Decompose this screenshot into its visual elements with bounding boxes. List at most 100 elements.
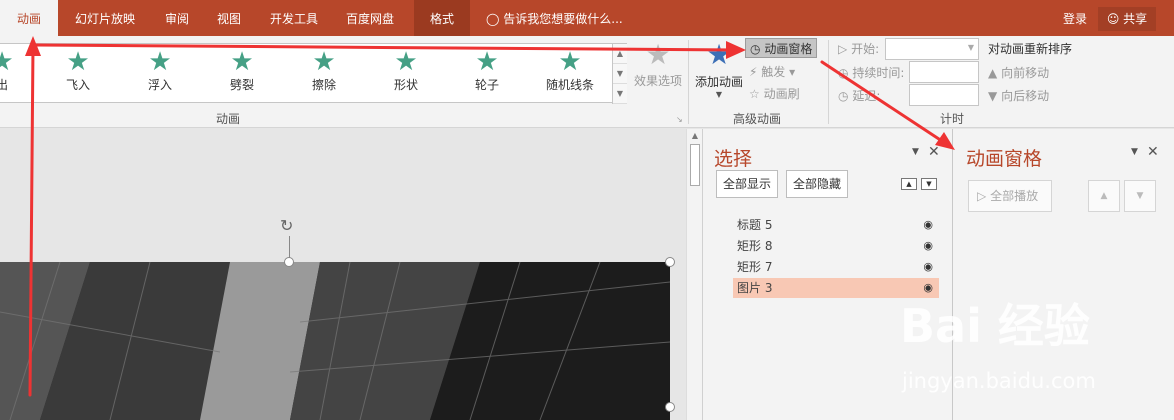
pane-options-icon[interactable]: ▼ [912, 147, 919, 157]
animation-pane-label: 动画窗格 [764, 42, 813, 56]
resize-handle[interactable] [284, 257, 294, 267]
star-icon: ★ [645, 38, 671, 71]
delay-label: ◷ 延迟: [838, 87, 880, 104]
more-icon[interactable]: ▼ [613, 84, 627, 104]
gallery-item-fly-in[interactable]: ★ 飞入 [48, 46, 108, 102]
ribbon: ★ 出 ★ 飞入 ★ 浮入 ★ 劈裂 ★ 擦除 ★ 形状 ★ 轮子 ★ 随机线条 ▲ ▼ ▼ ★ 效果… [0, 36, 1174, 128]
resize-handle[interactable] [665, 257, 675, 267]
list-item[interactable]: 矩形 7 ◉ [733, 257, 939, 277]
tab-review[interactable]: 审阅 [165, 0, 189, 36]
tab-view[interactable]: 视图 [217, 0, 241, 36]
send-backward-icon[interactable]: ▼ [921, 178, 937, 190]
separator [688, 40, 689, 124]
group-label-advanced: 高级动画 [733, 112, 782, 126]
gallery-item-shape[interactable]: ★ 形状 [376, 46, 436, 102]
clock-icon: ◷ [838, 66, 849, 80]
add-animation-label: 添加动画 [694, 75, 743, 89]
bring-forward-icon[interactable]: ▲ [901, 178, 917, 190]
slide-picture[interactable] [0, 262, 670, 420]
animation-painter-button[interactable]: ☆ 动画刷 [745, 84, 800, 104]
gallery-scroll[interactable]: ▲ ▼ ▼ [612, 44, 627, 104]
tab-slideshow[interactable]: 幻灯片放映 [75, 0, 135, 36]
gallery-item-wipe[interactable]: ★ 擦除 [294, 46, 354, 102]
trigger-button[interactable]: ⚡ 触发 ▾ [745, 62, 795, 82]
effect-options-label: 效果选项 [633, 74, 682, 88]
list-item[interactable]: 矩形 8 ◉ [733, 236, 939, 256]
start-label: ▷ 开始: [838, 40, 879, 57]
clock-icon: ◷ [750, 42, 761, 56]
reorder-title: 对动画重新排序 [988, 42, 1073, 56]
duration-text: 持续时间: [852, 66, 905, 80]
star-icon: ★ [0, 47, 14, 77]
animation-pane-title: 动画窗格 [966, 148, 1043, 170]
star-icon: ★ [230, 47, 254, 77]
triangle-down-icon: ▼ [988, 89, 998, 103]
show-all-button[interactable]: 全部显示 [716, 170, 779, 198]
item-name: 标题 5 [737, 218, 773, 232]
selection-pane-title: 选择 [714, 148, 753, 170]
share-label: 共享 [1123, 12, 1148, 26]
vertical-scrollbar[interactable]: ▲ [686, 129, 702, 420]
scroll-up-icon[interactable]: ▲ [613, 44, 627, 64]
watermark-logo: Bai 经验 [900, 299, 1090, 353]
close-icon[interactable]: ✕ [928, 144, 940, 160]
share-button[interactable]: ☺ 共享 [1098, 7, 1156, 31]
triangle-up-icon: ▲ [988, 66, 998, 80]
eye-icon[interactable]: ◉ [923, 257, 933, 277]
chevron-down-icon: ▼ [967, 43, 974, 52]
star-icon: ★ [394, 47, 418, 77]
list-item[interactable]: 标题 5 ◉ [733, 215, 939, 235]
gallery-item-label: 飞入 [65, 78, 90, 92]
duration-spinner[interactable] [909, 61, 979, 83]
resize-handle[interactable] [665, 402, 675, 412]
tab-developer[interactable]: 开发工具 [270, 0, 318, 36]
tab-format[interactable]: 格式 [414, 0, 470, 36]
group-label-timing: 计时 [940, 112, 965, 126]
scroll-thumb[interactable] [690, 144, 700, 186]
gallery-item-label: 劈裂 [229, 78, 254, 92]
scroll-down-icon[interactable]: ▼ [613, 64, 627, 84]
gallery-item-random-bars[interactable]: ★ 随机线条 [540, 46, 600, 102]
animation-painter-label: 动画刷 [763, 87, 800, 101]
gallery-item-label: 轮子 [474, 78, 499, 92]
gallery-item-float-in[interactable]: ★ 浮入 [130, 46, 190, 102]
gallery-item-split[interactable]: ★ 劈裂 [212, 46, 272, 102]
star-icon: ★ [475, 47, 499, 77]
dialog-launcher-icon[interactable]: ↘ [676, 115, 683, 124]
lightning-icon: ⚡ [749, 65, 758, 79]
tell-me-box[interactable]: ◯ 告诉我您想要做什么... [486, 0, 623, 36]
move-earlier-button[interactable]: ▲ 向前移动 [988, 64, 1049, 81]
start-select[interactable]: ▼ [885, 38, 979, 60]
play-all-label: 全部播放 [990, 189, 1039, 203]
hide-all-button[interactable]: 全部隐藏 [786, 170, 849, 198]
delay-spinner[interactable] [909, 84, 979, 106]
eye-icon[interactable]: ◉ [923, 236, 933, 256]
star-icon: ★ [558, 47, 582, 77]
play-icon: ▷ [977, 189, 987, 203]
login-link[interactable]: 登录 [1063, 0, 1087, 38]
play-all-button[interactable]: ▷ 全部播放 [968, 180, 1052, 212]
tell-me-text: 告诉我您想要做什么... [503, 12, 623, 26]
move-down-icon[interactable]: ▼ [1124, 180, 1156, 212]
tab-animations[interactable]: 动画 [0, 0, 58, 36]
close-icon[interactable]: ✕ [1147, 144, 1159, 160]
animation-pane-button[interactable]: ◷ 动画窗格 [745, 38, 818, 58]
item-name: 图片 3 [737, 281, 773, 295]
eye-icon[interactable]: ◉ [923, 215, 933, 235]
add-animation-button[interactable]: ★ 添加动画 ▼ [690, 40, 748, 100]
animation-gallery: ★ 出 ★ 飞入 ★ 浮入 ★ 劈裂 ★ 擦除 ★ 形状 ★ 轮子 ★ 随机线条 ▲ ▼ ▼ [0, 43, 627, 104]
pane-options-icon[interactable]: ▼ [1131, 147, 1138, 157]
painter-icon: ☆ [749, 87, 760, 101]
move-earlier-label: 向前移动 [1001, 66, 1050, 80]
effect-options-button[interactable]: ★ 效果选项 [630, 40, 686, 89]
scroll-up-icon[interactable]: ▲ [687, 131, 703, 140]
group-label-animation: 动画 [216, 112, 241, 126]
rotate-handle-icon[interactable]: ↻ [280, 216, 293, 235]
gallery-item-wheel[interactable]: ★ 轮子 [457, 46, 517, 102]
tab-baidu-netdisk[interactable]: 百度网盘 [346, 0, 394, 36]
move-up-icon[interactable]: ▲ [1088, 180, 1120, 212]
separator [828, 40, 829, 124]
star-icon: ★ [66, 47, 90, 77]
move-later-button[interactable]: ▼ 向后移动 [988, 87, 1049, 104]
gallery-item-exit[interactable]: ★ 出 [0, 46, 32, 102]
